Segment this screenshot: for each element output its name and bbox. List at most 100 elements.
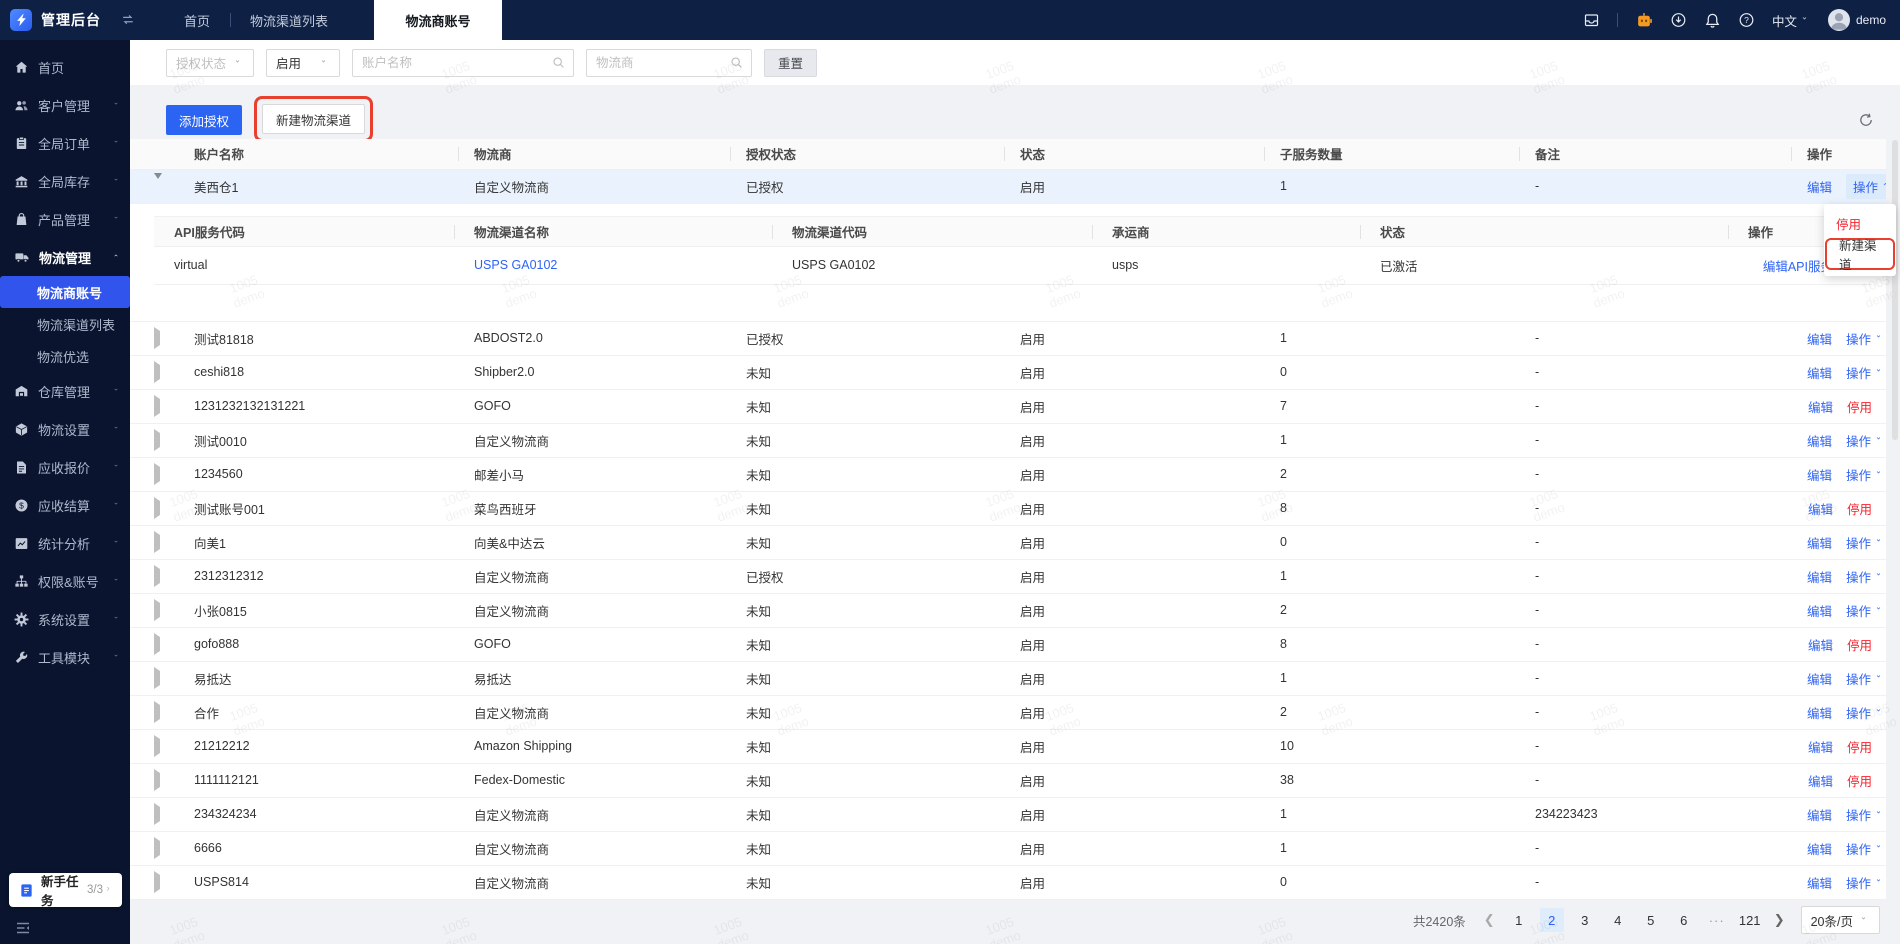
- op-menu-trigger[interactable]: 操作: [1846, 669, 1885, 688]
- sidebar-item-13[interactable]: 系统设置: [0, 600, 130, 638]
- expand-row-icon[interactable]: [154, 497, 160, 519]
- edit-link[interactable]: 编辑: [1807, 703, 1832, 722]
- expand-row-icon[interactable]: [154, 395, 160, 417]
- edit-link[interactable]: 编辑: [1807, 601, 1832, 620]
- next-page-arrow[interactable]: ❯: [1771, 912, 1788, 928]
- collapse-row-icon[interactable]: [154, 173, 162, 193]
- edit-link[interactable]: 编辑: [1807, 329, 1832, 348]
- expand-row-icon[interactable]: [154, 735, 160, 757]
- sidebar-item-6[interactable]: 物流管理: [0, 238, 130, 276]
- edit-link[interactable]: 编辑: [1808, 737, 1833, 756]
- edit-link[interactable]: 编辑: [1807, 839, 1832, 858]
- sidebar-item-8[interactable]: 物流设置: [0, 410, 130, 448]
- sidebar-item-7[interactable]: 仓库管理: [0, 372, 130, 410]
- expand-row-icon[interactable]: [154, 837, 160, 859]
- op-menu-trigger[interactable]: 操作: [1846, 873, 1885, 892]
- channel-name-link[interactable]: USPS GA0102: [474, 258, 557, 272]
- expand-row-icon[interactable]: [154, 429, 160, 451]
- expand-row-icon[interactable]: [154, 701, 160, 723]
- edit-link[interactable]: 编辑: [1808, 397, 1833, 416]
- expand-row-icon[interactable]: [154, 769, 160, 791]
- edit-link[interactable]: 编辑: [1808, 499, 1833, 518]
- prev-page-arrow[interactable]: ❮: [1481, 912, 1498, 928]
- op-menu-trigger[interactable]: 操作: [1846, 533, 1885, 552]
- expand-row-icon[interactable]: [154, 599, 160, 621]
- expand-row-icon[interactable]: [154, 361, 160, 383]
- search-icon[interactable]: [730, 56, 744, 70]
- stop-link[interactable]: 停用: [1847, 737, 1872, 756]
- tab-3[interactable]: 物流商账号: [374, 0, 502, 40]
- refresh-icon[interactable]: [1858, 112, 1874, 128]
- edit-link[interactable]: 编辑: [1807, 805, 1832, 824]
- sidebar-item-4[interactable]: 全局库存: [0, 162, 130, 200]
- provider-input[interactable]: [586, 49, 752, 77]
- edit-link[interactable]: 编辑: [1807, 533, 1832, 552]
- edit-link[interactable]: 编辑: [1807, 363, 1832, 382]
- op-menu-trigger[interactable]: 操作: [1846, 567, 1885, 586]
- sidebar-item-12[interactable]: 权限&账号: [0, 562, 130, 600]
- expand-row-icon[interactable]: [154, 633, 160, 655]
- expand-row-icon[interactable]: [154, 327, 160, 349]
- op-menu-trigger[interactable]: 操作: [1846, 465, 1885, 484]
- sidebar-item-14[interactable]: 工具模块: [0, 638, 130, 676]
- user-menu[interactable]: demo: [1828, 9, 1886, 31]
- edit-link[interactable]: 编辑: [1807, 873, 1832, 892]
- add-auth-button[interactable]: 添加授权: [166, 105, 242, 135]
- op-menu-trigger[interactable]: 操作: [1846, 329, 1885, 348]
- expand-row-icon[interactable]: [154, 565, 160, 587]
- stop-link[interactable]: 停用: [1847, 499, 1872, 518]
- sidebar-item-11[interactable]: 统计分析: [0, 524, 130, 562]
- page-number-1[interactable]: 1: [1507, 908, 1531, 932]
- page-number-2[interactable]: 2: [1540, 908, 1564, 932]
- edit-link[interactable]: 编辑: [1807, 567, 1832, 586]
- page-ellipsis[interactable]: ···: [1705, 908, 1729, 932]
- tab-2[interactable]: 物流渠道列表: [230, 0, 348, 40]
- menu-item-新建渠道[interactable]: 新建渠道: [1827, 240, 1893, 268]
- op-menu-trigger[interactable]: 操作: [1846, 363, 1885, 382]
- page-number-121[interactable]: 121: [1738, 908, 1762, 932]
- expand-row-icon[interactable]: [154, 871, 160, 893]
- page-number-5[interactable]: 5: [1639, 908, 1663, 932]
- page-size-select[interactable]: 20条/页: [1801, 906, 1880, 934]
- op-menu-trigger-open[interactable]: 操作: [1846, 174, 1886, 199]
- op-menu-trigger[interactable]: 操作: [1846, 703, 1885, 722]
- sidebar-item-9[interactable]: 应收报价: [0, 448, 130, 486]
- edit-link[interactable]: 编辑: [1807, 431, 1832, 450]
- menu-item-停用[interactable]: 停用: [1824, 209, 1896, 237]
- reset-button[interactable]: 重置: [764, 49, 817, 77]
- newbie-task-button[interactable]: 新手任务 3/3: [9, 873, 122, 907]
- expand-row-icon[interactable]: [154, 463, 160, 485]
- download-circle-icon[interactable]: [1670, 12, 1687, 28]
- op-menu-trigger[interactable]: 操作: [1846, 601, 1885, 620]
- page-number-3[interactable]: 3: [1573, 908, 1597, 932]
- sidebar-item-5[interactable]: 产品管理: [0, 200, 130, 238]
- edit-link[interactable]: 编辑: [1808, 771, 1833, 790]
- sidebar-item-2[interactable]: 客户管理: [0, 86, 130, 124]
- robot-icon[interactable]: [1635, 12, 1653, 29]
- op-menu-trigger[interactable]: 操作: [1846, 839, 1885, 858]
- tab-1[interactable]: 首页: [164, 0, 230, 40]
- stop-link[interactable]: 停用: [1847, 771, 1872, 790]
- sidebar-subitem-物流渠道列表[interactable]: 物流渠道列表: [0, 308, 130, 340]
- op-menu-trigger[interactable]: 操作: [1846, 431, 1885, 450]
- sidebar-subitem-物流商账号[interactable]: 物流商账号: [0, 276, 130, 308]
- status-select[interactable]: 启用: [266, 49, 340, 77]
- sidebar-collapse-icon[interactable]: [14, 920, 32, 936]
- expand-row-icon[interactable]: [154, 803, 160, 825]
- edit-link[interactable]: 编辑: [1807, 177, 1832, 196]
- auth-status-select[interactable]: 授权状态: [166, 49, 254, 77]
- account-name-input[interactable]: [352, 49, 574, 77]
- stop-link[interactable]: 停用: [1847, 635, 1872, 654]
- expand-row-icon[interactable]: [154, 531, 160, 553]
- page-number-4[interactable]: 4: [1606, 908, 1630, 932]
- swap-arrows-icon[interactable]: [119, 13, 136, 27]
- page-number-6[interactable]: 6: [1672, 908, 1696, 932]
- stop-link[interactable]: 停用: [1847, 397, 1872, 416]
- vertical-scrollbar[interactable]: [1892, 140, 1898, 440]
- search-icon[interactable]: [552, 56, 566, 70]
- edit-link[interactable]: 编辑: [1807, 669, 1832, 688]
- question-circle-icon[interactable]: ?: [1738, 12, 1755, 28]
- edit-link[interactable]: 编辑: [1808, 635, 1833, 654]
- language-selector[interactable]: 中文: [1772, 11, 1811, 30]
- edit-link[interactable]: 编辑: [1807, 465, 1832, 484]
